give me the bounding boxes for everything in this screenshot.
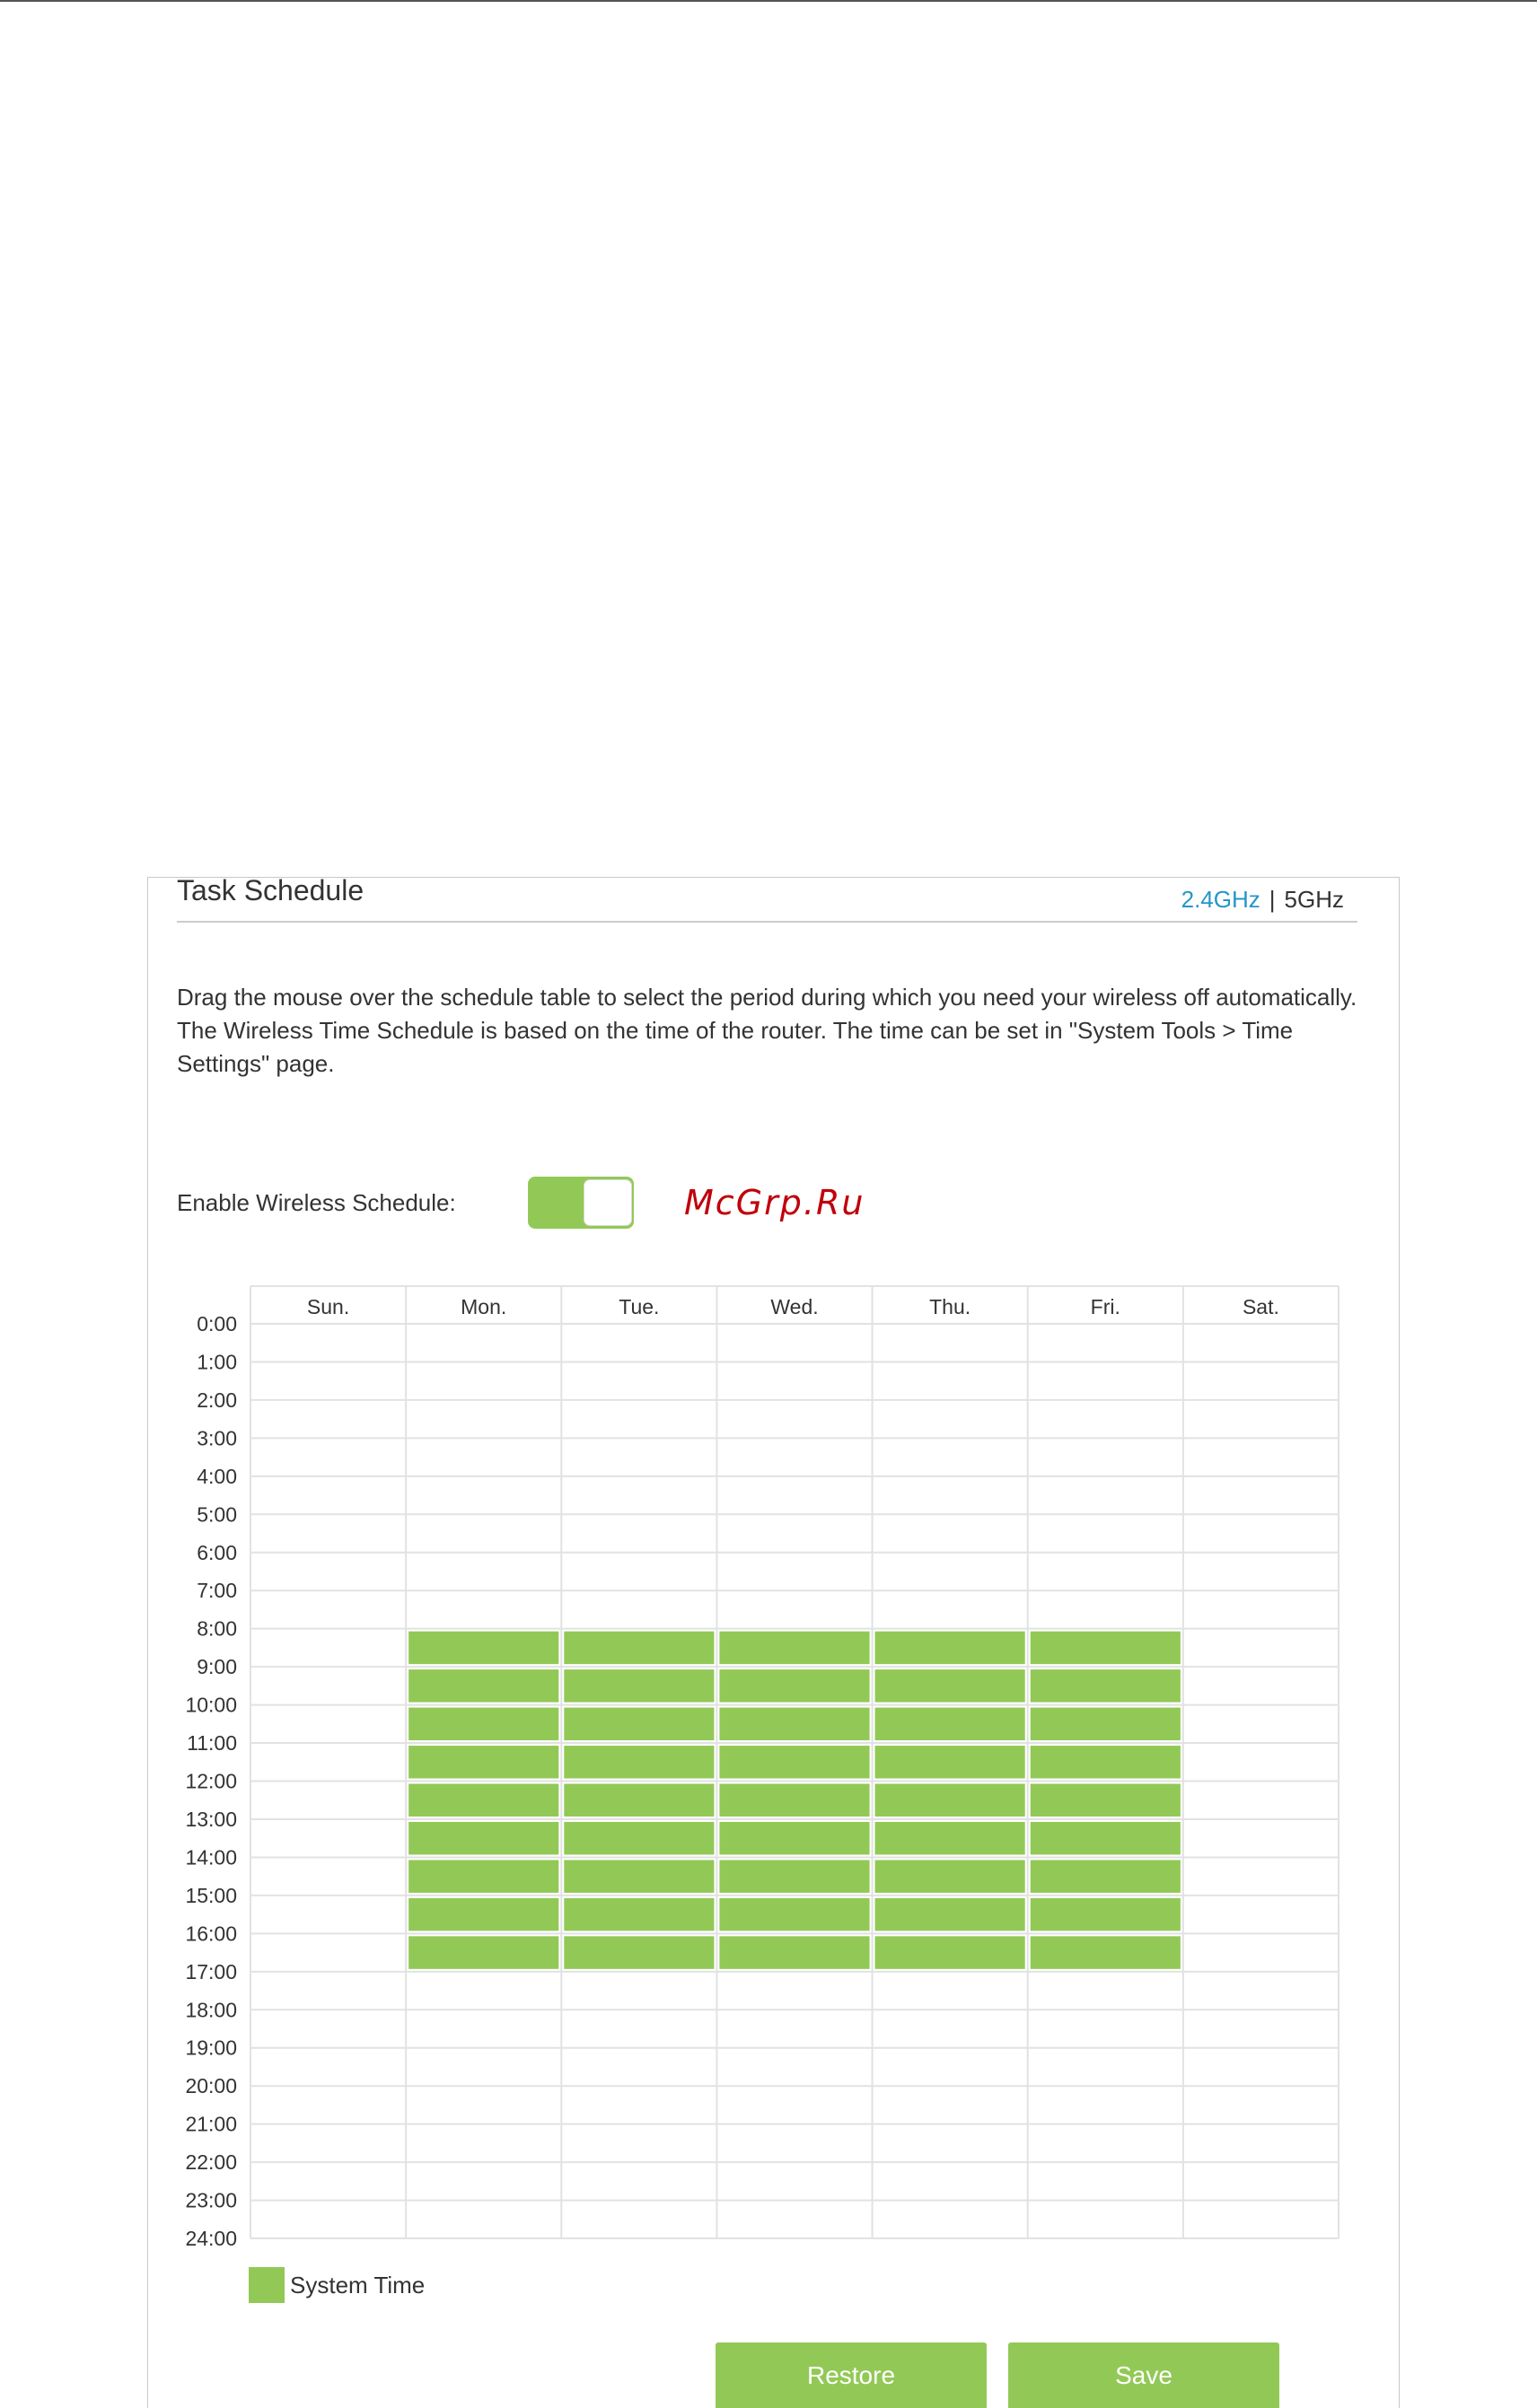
- schedule-cell-selected[interactable]: [719, 1897, 870, 1931]
- day-label: Wed.: [770, 1295, 818, 1318]
- hour-label: 8:00: [197, 1617, 237, 1641]
- hour-label: 6:00: [197, 1541, 237, 1564]
- hour-label: 15:00: [185, 1884, 237, 1907]
- hour-label: 20:00: [185, 2074, 237, 2097]
- hour-label: 14:00: [185, 1845, 237, 1869]
- legend-swatch: [249, 2267, 285, 2303]
- schedule-cell-selected[interactable]: [1030, 1860, 1181, 1893]
- schedule-cell-selected[interactable]: [408, 1783, 559, 1817]
- day-label: Tue.: [619, 1295, 659, 1318]
- schedule-cell-selected[interactable]: [564, 1669, 715, 1703]
- hour-label: 1:00: [197, 1350, 237, 1373]
- schedule-cell-selected[interactable]: [564, 1746, 715, 1779]
- schedule-cell-selected[interactable]: [408, 1746, 559, 1779]
- schedule-cell-selected[interactable]: [408, 1669, 559, 1703]
- schedule-cell-selected[interactable]: [564, 1783, 715, 1817]
- schedule-cell-selected[interactable]: [874, 1707, 1025, 1741]
- hour-label: 17:00: [185, 1960, 237, 1983]
- schedule-cell-selected[interactable]: [564, 1897, 715, 1931]
- day-label: Mon.: [461, 1295, 506, 1318]
- hour-label: 16:00: [185, 1922, 237, 1945]
- schedule-cell-selected[interactable]: [1030, 1936, 1181, 1969]
- schedule-cell-selected[interactable]: [874, 1746, 1025, 1779]
- hour-label: 13:00: [185, 1808, 237, 1831]
- schedule-cell-selected[interactable]: [1030, 1897, 1181, 1931]
- schedule-table[interactable]: Sun. Mon. Tue. Wed. Thu. Fri. Sat. 0:00 1:00 2:00…: [0, 0, 1537, 2408]
- day-label: Sun.: [307, 1295, 349, 1318]
- schedule-cell-selected[interactable]: [719, 1631, 870, 1665]
- schedule-cell-selected[interactable]: [408, 1631, 559, 1665]
- schedule-cell-selected[interactable]: [408, 1897, 559, 1931]
- hour-label: 21:00: [185, 2113, 237, 2136]
- hour-label: 11:00: [187, 1731, 237, 1755]
- schedule-cell-selected[interactable]: [719, 1860, 870, 1893]
- hour-label: 24:00: [185, 2227, 237, 2250]
- schedule-cell-selected[interactable]: [1030, 1669, 1181, 1703]
- schedule-cell-selected[interactable]: [874, 1897, 1025, 1931]
- day-label: Sat.: [1243, 1295, 1279, 1318]
- schedule-cell-selected[interactable]: [408, 1821, 559, 1855]
- day-label: Fri.: [1091, 1295, 1120, 1318]
- schedule-cell-selected[interactable]: [1030, 1746, 1181, 1779]
- schedule-cell-selected[interactable]: [564, 1936, 715, 1969]
- schedule-cell-selected[interactable]: [564, 1631, 715, 1665]
- schedule-cell-selected[interactable]: [719, 1669, 870, 1703]
- legend-label: System Time: [290, 2272, 426, 2299]
- schedule-cell-selected[interactable]: [874, 1631, 1025, 1665]
- hour-label: 3:00: [197, 1426, 237, 1449]
- hour-label: 2:00: [197, 1388, 237, 1412]
- schedule-cell-selected[interactable]: [874, 1936, 1025, 1969]
- hour-label: 7:00: [197, 1579, 237, 1602]
- schedule-cell-selected[interactable]: [1030, 1631, 1181, 1665]
- restore-button[interactable]: Restore: [716, 2342, 987, 2408]
- schedule-cell-selected[interactable]: [874, 1783, 1025, 1817]
- hour-label: 19:00: [185, 2036, 237, 2060]
- schedule-cell-selected[interactable]: [564, 1707, 715, 1741]
- hour-label: 9:00: [197, 1655, 237, 1678]
- schedule-cell-selected[interactable]: [719, 1783, 870, 1817]
- hour-label: 0:00: [197, 1312, 237, 1335]
- schedule-cell-selected[interactable]: [1030, 1821, 1181, 1855]
- schedule-cell-selected[interactable]: [408, 1707, 559, 1741]
- schedule-cell-selected[interactable]: [1030, 1783, 1181, 1817]
- schedule-cell-selected[interactable]: [874, 1821, 1025, 1855]
- hour-label: 4:00: [197, 1465, 237, 1488]
- schedule-cell-selected[interactable]: [719, 1821, 870, 1855]
- hour-label: 23:00: [185, 2189, 237, 2212]
- schedule-cell-selected[interactable]: [719, 1707, 870, 1741]
- schedule-cell-selected[interactable]: [564, 1821, 715, 1855]
- schedule-cell-selected[interactable]: [1030, 1707, 1181, 1741]
- schedule-cell-selected[interactable]: [874, 1669, 1025, 1703]
- schedule-cell-selected[interactable]: [408, 1860, 559, 1893]
- schedule-cell-selected[interactable]: [874, 1860, 1025, 1893]
- day-label: Thu.: [929, 1295, 971, 1318]
- hour-label: 12:00: [185, 1770, 237, 1793]
- schedule-cell-selected[interactable]: [719, 1746, 870, 1779]
- save-button[interactable]: Save: [1008, 2342, 1279, 2408]
- schedule-cell-selected[interactable]: [408, 1936, 559, 1969]
- hour-label: 10:00: [185, 1694, 237, 1717]
- hour-label: 5:00: [197, 1502, 237, 1526]
- hour-label: 22:00: [185, 2150, 237, 2174]
- schedule-cell-selected[interactable]: [719, 1936, 870, 1969]
- hour-label: 18:00: [185, 1998, 237, 2021]
- schedule-cell-selected[interactable]: [564, 1860, 715, 1893]
